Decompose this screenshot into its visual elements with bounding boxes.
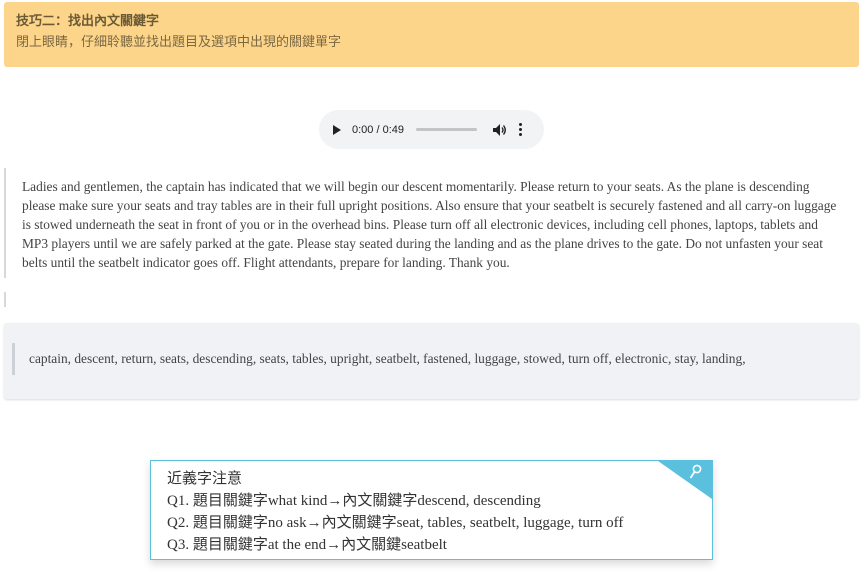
note-title: 近義字注意	[167, 471, 243, 487]
more-options-icon[interactable]	[519, 123, 522, 136]
note-line-q3: Q3. 題目關鍵字at the end→內文關鍵seatbelt	[167, 537, 447, 553]
pin-icon	[689, 464, 702, 479]
volume-icon[interactable]	[493, 123, 507, 136]
note-corner	[658, 461, 712, 499]
play-icon[interactable]	[333, 124, 341, 135]
note-line-q1: Q1. 題目關鍵字what kind→內文關鍵字descend, descend…	[167, 493, 541, 509]
tip-banner: 技巧二：找出內文關鍵字 閉上眼睛，仔細聆聽並找出題目及選項中出現的關鍵單字	[4, 2, 859, 67]
transcript-text: Ladies and gentlemen, the captain has in…	[4, 168, 840, 278]
note-line-q2: Q2. 題目關鍵字no ask→內文關鍵字seat, tables, seatb…	[167, 515, 624, 531]
divider-bar	[4, 292, 6, 307]
keywords-text: captain, descent, return, seats, descend…	[12, 343, 859, 375]
tip-subtitle: 閉上眼睛，仔細聆聽並找出題目及選項中出現的關鍵單字	[16, 35, 342, 50]
audio-player[interactable]: 0:00 / 0:49	[319, 110, 544, 149]
audio-progress-bar[interactable]	[416, 128, 477, 131]
keywords-box: captain, descent, return, seats, descend…	[4, 323, 859, 399]
note-box: 近義字注意 Q1. 題目關鍵字what kind→內文關鍵字descend, d…	[150, 460, 713, 560]
tip-title: 技巧二：找出內文關鍵字	[16, 14, 160, 29]
audio-time: 0:00 / 0:49	[352, 123, 404, 136]
